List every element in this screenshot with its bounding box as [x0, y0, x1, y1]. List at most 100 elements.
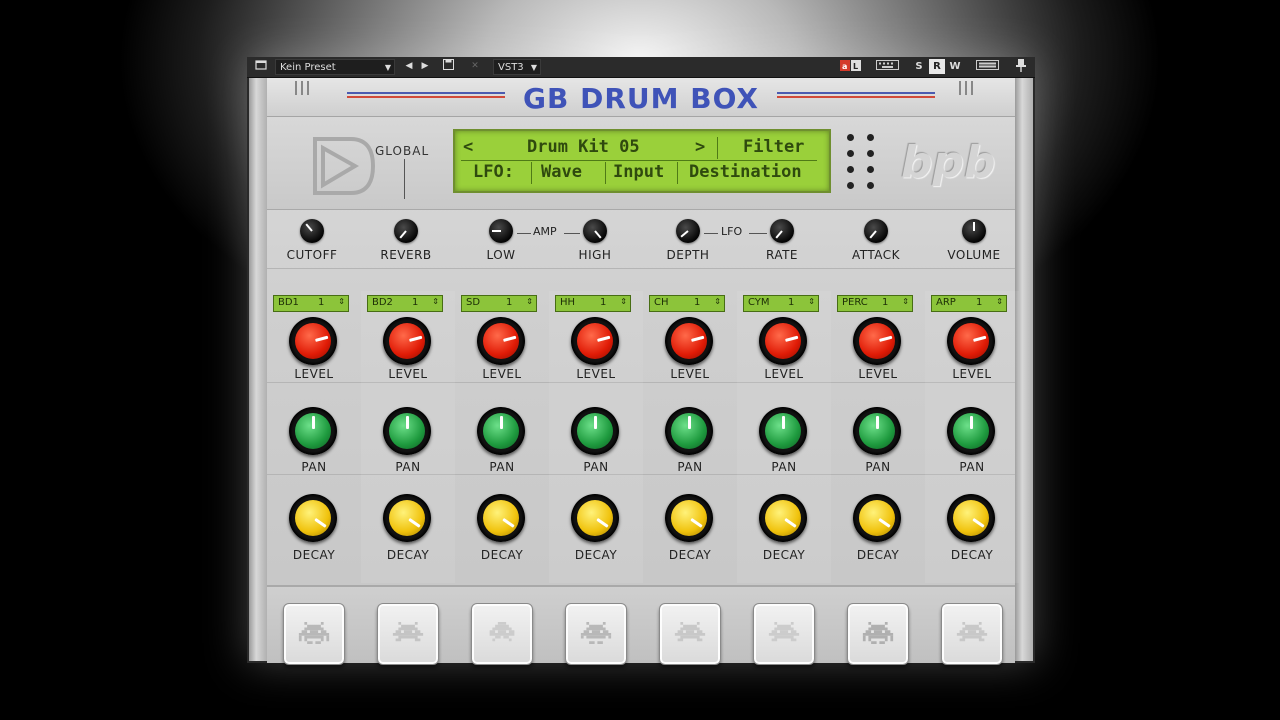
- channel-select[interactable]: ARP 1 ⇕: [931, 295, 1007, 312]
- channel-name: CYM: [748, 297, 770, 308]
- channel-name: HH: [560, 297, 576, 308]
- next-kit-arrow[interactable]: >: [695, 135, 705, 159]
- lfo-label: LFO:: [473, 162, 514, 182]
- pan-knob[interactable]: [947, 407, 995, 455]
- menu-icon[interactable]: [253, 59, 269, 74]
- close-icon[interactable]: ✕: [467, 59, 483, 74]
- level-label: LEVEL: [952, 367, 992, 381]
- lcd-separator: [677, 162, 678, 184]
- lcd-separator: [605, 162, 606, 184]
- level-knob[interactable]: [289, 317, 337, 365]
- lfo-depth-knob[interactable]: [676, 219, 700, 243]
- reverb-knob[interactable]: [394, 219, 418, 243]
- decay-knob[interactable]: [477, 494, 525, 542]
- pan-knob[interactable]: [853, 407, 901, 455]
- pin-icon[interactable]: [1013, 59, 1029, 74]
- keyboard-icon[interactable]: [875, 59, 901, 74]
- channel-name: PERC: [842, 297, 868, 308]
- level-label: LEVEL: [764, 367, 804, 381]
- format-label: VST3: [498, 62, 524, 73]
- toggle-w[interactable]: W: [947, 59, 963, 74]
- decay-knob[interactable]: [383, 494, 431, 542]
- pan-knob[interactable]: [571, 407, 619, 455]
- decay-knob[interactable]: [947, 494, 995, 542]
- trigger-pad-2[interactable]: [377, 603, 439, 665]
- channel-select[interactable]: CYM 1 ⇕: [743, 295, 819, 312]
- trigger-pad-1[interactable]: [283, 603, 345, 665]
- next-preset-icon[interactable]: ▶: [417, 59, 433, 74]
- channel-select[interactable]: BD2 1 ⇕: [367, 295, 443, 312]
- trigger-pad-3[interactable]: [471, 603, 533, 665]
- level-knob[interactable]: [853, 317, 901, 365]
- pan-label: PAN: [677, 460, 703, 474]
- decay-knob[interactable]: [289, 494, 337, 542]
- lcd-separator: [531, 162, 532, 184]
- lfo-destination-option[interactable]: Destination: [689, 160, 802, 184]
- previous-kit-arrow[interactable]: <: [463, 135, 473, 159]
- level-knob[interactable]: [947, 317, 995, 365]
- auto-latch-icon[interactable]: aL: [840, 59, 862, 74]
- decay-knob[interactable]: [759, 494, 807, 542]
- save-icon[interactable]: [440, 59, 456, 74]
- channel-strip-area: BD1 1 ⇕ LEVEL PAN DECAY BD2 1 ⇕ LEVEL PAN DE…: [267, 291, 1019, 583]
- up-down-arrows-icon: ⇕: [996, 297, 1003, 306]
- trigger-pad-8[interactable]: [941, 603, 1003, 665]
- channel-select[interactable]: CH 1 ⇕: [649, 295, 725, 312]
- lfo-wave-option[interactable]: Wave: [541, 160, 582, 184]
- channel-select[interactable]: SD 1 ⇕: [461, 295, 537, 312]
- trigger-pad-5[interactable]: [659, 603, 721, 665]
- decay-label: DECAY: [762, 548, 806, 562]
- speaker-dots-decoration: [847, 134, 887, 194]
- amp-group-line: [517, 233, 531, 234]
- computer-keyboard-icon[interactable]: [975, 59, 1001, 74]
- drum-box-plugin: GB DRUM BOX GLOBAL < Drum Kit 05 > Filte…: [249, 78, 1033, 665]
- volume-knob[interactable]: [962, 219, 986, 243]
- channel-strip-sd: SD 1 ⇕ LEVEL PAN DECAY: [455, 291, 549, 583]
- preset-dropdown[interactable]: Kein Preset ▼: [275, 59, 395, 75]
- channel-select[interactable]: BD1 1 ⇕: [273, 295, 349, 312]
- channel-value: 1: [600, 297, 607, 308]
- cutoff-knob[interactable]: [300, 219, 324, 243]
- lfo-rate-knob[interactable]: [770, 219, 794, 243]
- space-invader-icon: [768, 622, 800, 642]
- channel-select[interactable]: HH 1 ⇕: [555, 295, 631, 312]
- previous-preset-icon[interactable]: ◀: [401, 59, 417, 74]
- up-down-arrows-icon: ⇕: [432, 297, 439, 306]
- left-side-rail: [249, 78, 267, 661]
- channel-strip-hh: HH 1 ⇕ LEVEL PAN DECAY: [549, 291, 643, 583]
- attack-knob[interactable]: [864, 219, 888, 243]
- pan-knob[interactable]: [477, 407, 525, 455]
- amp-low-knob[interactable]: [489, 219, 513, 243]
- trigger-pad-4[interactable]: [565, 603, 627, 665]
- lfo-input-option[interactable]: Input: [613, 160, 664, 184]
- level-knob[interactable]: [759, 317, 807, 365]
- pan-knob[interactable]: [665, 407, 713, 455]
- channel-select[interactable]: PERC 1 ⇕: [837, 295, 913, 312]
- decay-knob[interactable]: [665, 494, 713, 542]
- decay-label: DECAY: [574, 548, 618, 562]
- level-knob[interactable]: [383, 317, 431, 365]
- rate-label: RATE: [765, 248, 799, 262]
- level-label: LEVEL: [482, 367, 522, 381]
- trigger-pad-6[interactable]: [753, 603, 815, 665]
- level-label: LEVEL: [858, 367, 898, 381]
- level-knob[interactable]: [665, 317, 713, 365]
- format-dropdown[interactable]: VST3 ▼: [493, 59, 541, 75]
- pan-knob[interactable]: [383, 407, 431, 455]
- filter-option[interactable]: Filter: [743, 135, 804, 159]
- decay-label: DECAY: [480, 548, 524, 562]
- trigger-pad-7[interactable]: [847, 603, 909, 665]
- space-invader-icon: [956, 622, 988, 642]
- decay-knob[interactable]: [853, 494, 901, 542]
- level-knob[interactable]: [477, 317, 525, 365]
- level-knob[interactable]: [571, 317, 619, 365]
- kit-name[interactable]: Drum Kit 05: [527, 135, 640, 159]
- space-invader-icon: [674, 622, 706, 642]
- toggle-r[interactable]: R: [929, 59, 945, 74]
- amp-high-knob[interactable]: [583, 219, 607, 243]
- pan-knob[interactable]: [759, 407, 807, 455]
- toggle-s[interactable]: S: [911, 59, 927, 74]
- pan-knob[interactable]: [289, 407, 337, 455]
- decay-knob[interactable]: [571, 494, 619, 542]
- channel-strip-arp: ARP 1 ⇕ LEVEL PAN DECAY: [925, 291, 1019, 583]
